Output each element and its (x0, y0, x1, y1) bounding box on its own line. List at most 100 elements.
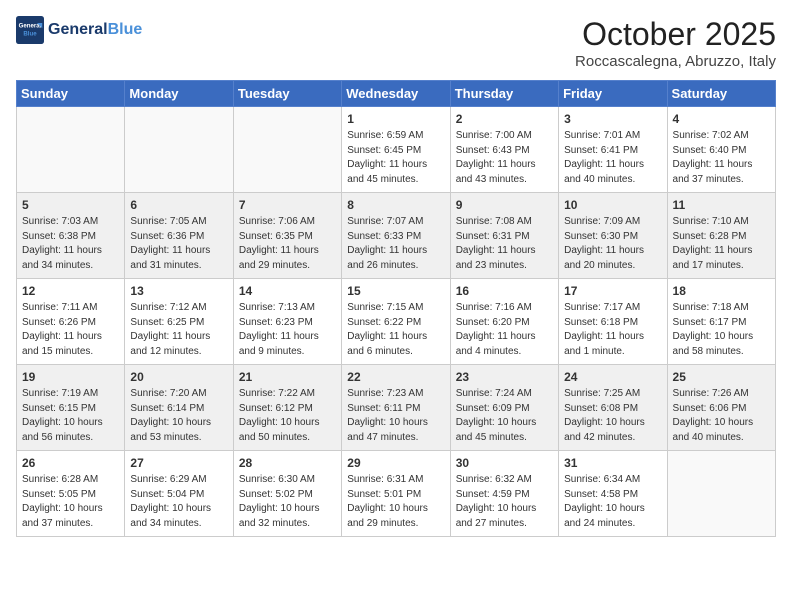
day-number: 8 (347, 198, 444, 212)
calendar-cell: 21 Sunrise: 7:22 AM Sunset: 6:12 PM Dayli… (233, 365, 341, 451)
day-info: Sunrise: 7:17 AM Sunset: 6:18 PM Dayligh… (564, 301, 661, 359)
calendar-cell (233, 107, 341, 193)
day-number: 17 (564, 284, 661, 298)
day-info: Sunrise: 7:16 AM Sunset: 6:20 PM Dayligh… (456, 301, 553, 359)
day-number: 5 (22, 198, 119, 212)
day-number: 13 (130, 284, 227, 298)
day-info: Sunrise: 7:13 AM Sunset: 6:23 PM Dayligh… (239, 301, 336, 359)
calendar-cell: 9 Sunrise: 7:08 AM Sunset: 6:31 PM Daylig… (450, 193, 558, 279)
day-number: 10 (564, 198, 661, 212)
calendar-cell: 20Sunrise: 7:20 AM Sunset: 6:14 PM Dayli… (125, 365, 233, 451)
day-number: 3 (564, 112, 661, 126)
calendar-cell: 5 Sunrise: 7:03 AM Sunset: 6:38 PM Daylig… (17, 193, 125, 279)
day-number: 14 (239, 284, 336, 298)
calendar-cell: 13Sunrise: 7:12 AM Sunset: 6:25 PM Dayli… (125, 279, 233, 365)
weekday-header-wednesday: Wednesday (342, 81, 450, 107)
calendar-cell: 30 Sunrise: 6:32 AM Sunset: 4:59 PM Dayli… (450, 451, 558, 537)
calendar-cell (17, 107, 125, 193)
day-number: 2 (456, 112, 553, 126)
weekday-header-tuesday: Tuesday (233, 81, 341, 107)
day-info: Sunrise: 7:18 AM Sunset: 6:17 PM Dayligh… (673, 301, 770, 359)
day-info: Sunrise: 6:34 AM Sunset: 4:58 PM Dayligh… (564, 473, 661, 531)
location-subtitle: Roccascalegna, Abruzzo, Italy (575, 53, 776, 70)
calendar-cell (667, 451, 775, 537)
calendar-cell: 10 Sunrise: 7:09 AM Sunset: 6:30 PM Dayli… (559, 193, 667, 279)
calendar-cell: 25Sunrise: 7:26 AM Sunset: 6:06 PM Dayli… (667, 365, 775, 451)
calendar-cell: 24 Sunrise: 7:25 AM Sunset: 6:08 PM Dayli… (559, 365, 667, 451)
calendar-week-row: 19Sunrise: 7:19 AM Sunset: 6:15 PM Dayli… (17, 365, 776, 451)
calendar-cell: 4 Sunrise: 7:02 AM Sunset: 6:40 PM Daylig… (667, 107, 775, 193)
title-block: October 2025 Roccascalegna, Abruzzo, Ita… (575, 16, 776, 70)
day-number: 31 (564, 456, 661, 470)
day-info: Sunrise: 7:02 AM Sunset: 6:40 PM Dayligh… (673, 129, 770, 187)
calendar-week-row: 12 Sunrise: 7:11 AM Sunset: 6:26 PM Dayli… (17, 279, 776, 365)
day-number: 28 (239, 456, 336, 470)
day-number: 23 (456, 370, 553, 384)
day-number: 29 (347, 456, 444, 470)
day-info: Sunrise: 7:01 AM Sunset: 6:41 PM Dayligh… (564, 129, 661, 187)
svg-text:Blue: Blue (23, 30, 37, 37)
calendar-week-row: 26 Sunrise: 6:28 AM Sunset: 5:05 PM Dayli… (17, 451, 776, 537)
calendar-cell: 17 Sunrise: 7:17 AM Sunset: 6:18 PM Dayli… (559, 279, 667, 365)
day-info: Sunrise: 7:03 AM Sunset: 6:38 PM Dayligh… (22, 215, 119, 273)
day-info: Sunrise: 7:08 AM Sunset: 6:31 PM Dayligh… (456, 215, 553, 273)
calendar-cell: 11Sunrise: 7:10 AM Sunset: 6:28 PM Dayli… (667, 193, 775, 279)
calendar-table: SundayMondayTuesdayWednesdayThursdayFrid… (16, 80, 776, 537)
day-info: Sunrise: 7:07 AM Sunset: 6:33 PM Dayligh… (347, 215, 444, 273)
calendar-cell: 28 Sunrise: 6:30 AM Sunset: 5:02 PM Dayli… (233, 451, 341, 537)
day-info: Sunrise: 6:32 AM Sunset: 4:59 PM Dayligh… (456, 473, 553, 531)
calendar-cell: 22 Sunrise: 7:23 AM Sunset: 6:11 PM Dayli… (342, 365, 450, 451)
calendar-cell (125, 107, 233, 193)
day-info: Sunrise: 6:28 AM Sunset: 5:05 PM Dayligh… (22, 473, 119, 531)
day-number: 26 (22, 456, 119, 470)
weekday-header-monday: Monday (125, 81, 233, 107)
day-number: 18 (673, 284, 770, 298)
day-number: 20 (130, 370, 227, 384)
month-title: October 2025 (575, 16, 776, 53)
weekday-header-sunday: Sunday (17, 81, 125, 107)
calendar-cell: 2Sunrise: 7:00 AM Sunset: 6:43 PM Daylig… (450, 107, 558, 193)
calendar-week-row: 5 Sunrise: 7:03 AM Sunset: 6:38 PM Daylig… (17, 193, 776, 279)
day-number: 9 (456, 198, 553, 212)
calendar-cell: 29 Sunrise: 6:31 AM Sunset: 5:01 PM Dayli… (342, 451, 450, 537)
day-number: 12 (22, 284, 119, 298)
calendar-cell: 6 Sunrise: 7:05 AM Sunset: 6:36 PM Daylig… (125, 193, 233, 279)
day-info: Sunrise: 7:09 AM Sunset: 6:30 PM Dayligh… (564, 215, 661, 273)
calendar-cell: 26 Sunrise: 6:28 AM Sunset: 5:05 PM Dayli… (17, 451, 125, 537)
calendar-cell: 14 Sunrise: 7:13 AM Sunset: 6:23 PM Dayli… (233, 279, 341, 365)
calendar-cell: 18 Sunrise: 7:18 AM Sunset: 6:17 PM Dayli… (667, 279, 775, 365)
day-info: Sunrise: 7:11 AM Sunset: 6:26 PM Dayligh… (22, 301, 119, 359)
day-info: Sunrise: 7:25 AM Sunset: 6:08 PM Dayligh… (564, 387, 661, 445)
weekday-header-friday: Friday (559, 81, 667, 107)
day-number: 15 (347, 284, 444, 298)
day-info: Sunrise: 7:15 AM Sunset: 6:22 PM Dayligh… (347, 301, 444, 359)
day-number: 21 (239, 370, 336, 384)
calendar-cell: 8 Sunrise: 7:07 AM Sunset: 6:33 PM Daylig… (342, 193, 450, 279)
day-number: 24 (564, 370, 661, 384)
calendar-cell: 15 Sunrise: 7:15 AM Sunset: 6:22 PM Dayli… (342, 279, 450, 365)
day-info: Sunrise: 7:23 AM Sunset: 6:11 PM Dayligh… (347, 387, 444, 445)
logo-icon: General Blue (16, 16, 44, 44)
weekday-header-saturday: Saturday (667, 81, 775, 107)
day-info: Sunrise: 7:22 AM Sunset: 6:12 PM Dayligh… (239, 387, 336, 445)
day-number: 4 (673, 112, 770, 126)
calendar-cell: 16Sunrise: 7:16 AM Sunset: 6:20 PM Dayli… (450, 279, 558, 365)
calendar-cell: 19Sunrise: 7:19 AM Sunset: 6:15 PM Dayli… (17, 365, 125, 451)
day-info: Sunrise: 6:30 AM Sunset: 5:02 PM Dayligh… (239, 473, 336, 531)
day-number: 6 (130, 198, 227, 212)
day-info: Sunrise: 7:19 AM Sunset: 6:15 PM Dayligh… (22, 387, 119, 445)
weekday-header-thursday: Thursday (450, 81, 558, 107)
calendar-cell: 27Sunrise: 6:29 AM Sunset: 5:04 PM Dayli… (125, 451, 233, 537)
day-number: 30 (456, 456, 553, 470)
calendar-week-row: 1Sunrise: 6:59 AM Sunset: 6:45 PM Daylig… (17, 107, 776, 193)
day-number: 22 (347, 370, 444, 384)
day-info: Sunrise: 7:24 AM Sunset: 6:09 PM Dayligh… (456, 387, 553, 445)
day-number: 27 (130, 456, 227, 470)
calendar-cell: 1Sunrise: 6:59 AM Sunset: 6:45 PM Daylig… (342, 107, 450, 193)
day-info: Sunrise: 7:05 AM Sunset: 6:36 PM Dayligh… (130, 215, 227, 273)
day-info: Sunrise: 6:31 AM Sunset: 5:01 PM Dayligh… (347, 473, 444, 531)
calendar-cell: 3 Sunrise: 7:01 AM Sunset: 6:41 PM Daylig… (559, 107, 667, 193)
day-info: Sunrise: 6:59 AM Sunset: 6:45 PM Dayligh… (347, 129, 444, 187)
day-number: 25 (673, 370, 770, 384)
calendar-header-row: SundayMondayTuesdayWednesdayThursdayFrid… (17, 81, 776, 107)
